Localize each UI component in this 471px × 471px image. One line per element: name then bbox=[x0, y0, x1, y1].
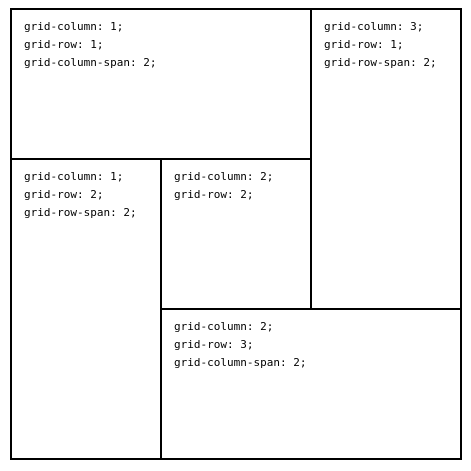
grid-item-col1-row1-colspan2: grid-column: 1; grid-row: 1; grid-column… bbox=[10, 8, 312, 160]
css-property-line: grid-column: 2; bbox=[174, 170, 274, 183]
css-property-line: grid-column: 1; bbox=[24, 20, 124, 33]
css-property-line: grid-column: 2; bbox=[174, 320, 274, 333]
css-property-line: grid-row: 3; bbox=[174, 338, 254, 351]
css-property-line: grid-column: 1; bbox=[24, 170, 124, 183]
css-property-line: grid-column-span: 2; bbox=[24, 56, 157, 69]
css-property-line: grid-row: 1; bbox=[24, 38, 104, 51]
grid-item-col2-row2: grid-column: 2; grid-row: 2; bbox=[160, 158, 312, 310]
grid-item-col1-row2-rowspan2: grid-column: 1; grid-row: 2; grid-row-sp… bbox=[10, 158, 162, 460]
css-property-line: grid-row: 2; bbox=[24, 188, 104, 201]
css-property-line: grid-row-span: 2; bbox=[24, 206, 137, 219]
css-property-line: grid-column: 3; bbox=[324, 20, 424, 33]
css-property-line: grid-row-span: 2; bbox=[324, 56, 437, 69]
grid-layout-diagram: grid-column: 1; grid-row: 1; grid-column… bbox=[10, 8, 462, 460]
grid-item-col3-row1-rowspan2: grid-column: 3; grid-row: 1; grid-row-sp… bbox=[310, 8, 462, 310]
grid-item-col2-row3-colspan2: grid-column: 2; grid-row: 3; grid-column… bbox=[160, 308, 462, 460]
css-property-line: grid-column-span: 2; bbox=[174, 356, 307, 369]
css-property-line: grid-row: 1; bbox=[324, 38, 404, 51]
css-property-line: grid-row: 2; bbox=[174, 188, 254, 201]
